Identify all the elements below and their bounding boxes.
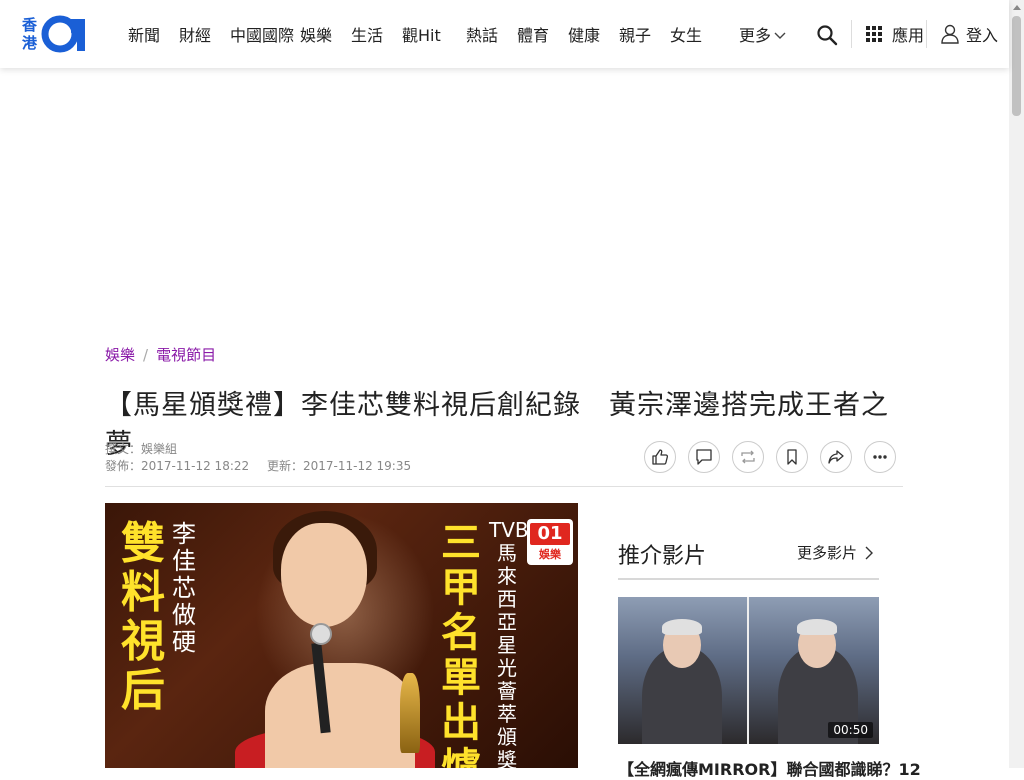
- trophy-icon: [400, 673, 420, 753]
- nav-item-health[interactable]: 健康: [568, 22, 619, 46]
- header-divider: [926, 20, 927, 48]
- breadcrumb-item-entertainment[interactable]: 娛樂: [105, 344, 135, 365]
- video-thumbnail[interactable]: 00:50: [618, 597, 879, 744]
- article-published: 發佈：2017-11-12 18:22: [105, 459, 250, 473]
- article-author: 撰文：娛樂組: [105, 442, 178, 456]
- scrollbar-thumb[interactable]: [1012, 16, 1021, 116]
- more-options-button[interactable]: [864, 441, 896, 473]
- main-nav: 新聞 財經 中國國際 娛樂 生活 觀Hit 熱話 體育 健康 親子 女生: [128, 0, 721, 68]
- bookmark-icon: [787, 449, 797, 465]
- breadcrumb-separator: /: [143, 345, 149, 364]
- like-button[interactable]: [644, 441, 676, 473]
- repost-icon: [741, 450, 755, 464]
- more-dots-icon: [873, 455, 887, 459]
- apps-button[interactable]: 應用: [866, 22, 924, 46]
- badge-logo-icon: 01: [530, 522, 570, 545]
- nav-item-china-intl[interactable]: 中國國際: [230, 22, 300, 46]
- scroll-up-arrow-icon[interactable]: [1009, 0, 1024, 15]
- hero-subtitle-left: 李佳芯做硬: [172, 520, 196, 656]
- logo-text: 香 港: [22, 16, 37, 52]
- share-icon: [828, 450, 844, 464]
- breadcrumb: 娛樂 / 電視節目: [105, 344, 216, 365]
- sidebar-divider: [618, 578, 879, 580]
- share-button[interactable]: [820, 441, 852, 473]
- comment-button[interactable]: [688, 441, 720, 473]
- thumbs-up-icon: [652, 449, 669, 465]
- page-scrollbar[interactable]: [1009, 0, 1024, 768]
- nav-more-dropdown[interactable]: 更多: [739, 22, 786, 46]
- sidebar-title: 推介影片: [618, 544, 707, 569]
- article-meta: 撰文：娛樂組 發佈：2017-11-12 18:22 更新：2017-11-12…: [105, 441, 425, 475]
- article-dates: 發佈：2017-11-12 18:22 更新：2017-11-12 19:35: [105, 458, 425, 475]
- more-videos-link[interactable]: 更多影片: [797, 542, 874, 563]
- video-duration: 00:50: [828, 722, 873, 738]
- chevron-right-icon: [865, 546, 874, 559]
- breadcrumb-item-tv-programs[interactable]: 電視節目: [156, 344, 216, 365]
- article-updated: 更新：2017-11-12 19:35: [266, 459, 412, 473]
- apps-label: 應用: [892, 26, 925, 45]
- comment-icon: [696, 449, 712, 465]
- bookmark-button[interactable]: [776, 441, 808, 473]
- nav-item-sports[interactable]: 體育: [517, 22, 568, 46]
- video-title[interactable]: 【全網瘋傳MIRROR】聯合國都識睇？12: [618, 756, 921, 780]
- site-logo[interactable]: 香 港: [22, 12, 102, 56]
- hero-subtitle-right: TVB馬來西亞星光薈萃頒獎典禮: [489, 518, 529, 769]
- logo-line-1: 香: [22, 16, 38, 34]
- actress-portrait: [281, 523, 367, 627]
- nav-item-entertainment[interactable]: 娛樂: [300, 22, 351, 46]
- logo-01-mark: [41, 15, 97, 53]
- article-hero-image[interactable]: 雙料視后 李佳芯做硬 三甲名單出爐 TVB馬來西亞星光薈萃頒獎典禮 01 娛樂: [105, 503, 578, 768]
- nav-item-finance[interactable]: 財經: [179, 22, 230, 46]
- more-videos-label: 更多影片: [797, 544, 858, 562]
- chevron-down-icon: [774, 25, 786, 44]
- hero-badge: 01 娛樂: [527, 519, 573, 565]
- nav-item-hit[interactable]: 觀Hit: [402, 22, 466, 46]
- article-divider: [105, 486, 903, 487]
- grid-icon: [866, 26, 882, 42]
- nav-item-parenting[interactable]: 親子: [619, 22, 670, 46]
- article-actions: [644, 441, 896, 473]
- nav-more-label: 更多: [739, 26, 772, 45]
- nav-item-trending[interactable]: 熱話: [466, 22, 517, 46]
- search-icon[interactable]: [816, 24, 838, 46]
- site-header: 香 港 新聞 財經 中國國際 娛樂 生活 觀Hit 熱話 體育 健康 親子 女生…: [0, 0, 1009, 68]
- hero-title-left: 雙料視后: [121, 518, 165, 716]
- repost-button[interactable]: [732, 441, 764, 473]
- nav-item-news[interactable]: 新聞: [128, 22, 179, 46]
- nav-item-lifestyle[interactable]: 生活: [351, 22, 402, 46]
- badge-label: 娛樂: [539, 547, 561, 561]
- nav-item-women[interactable]: 女生: [670, 22, 721, 46]
- user-icon: [941, 24, 959, 44]
- hero-title-right: 三甲名單出爐: [441, 520, 481, 769]
- login-label: 登入: [966, 26, 999, 45]
- microphone-icon: [310, 623, 332, 645]
- login-button[interactable]: 登入: [940, 22, 998, 46]
- header-divider: [851, 20, 852, 48]
- logo-line-2: 港: [22, 34, 38, 52]
